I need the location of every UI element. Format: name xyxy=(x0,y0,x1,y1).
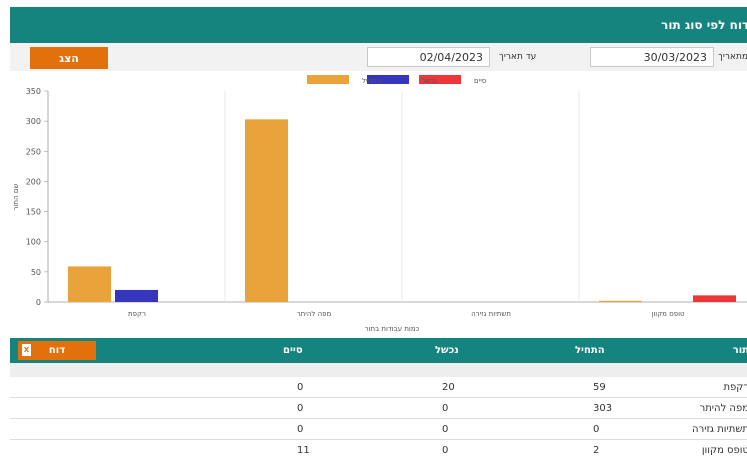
legend-label: התחיל xyxy=(362,77,381,85)
y-axis-title: שם התור xyxy=(12,184,20,211)
to-date-label: עד תאריך xyxy=(499,52,537,62)
col-header-queue[interactable]: תור xyxy=(733,345,747,356)
bar xyxy=(245,119,288,302)
cell-failed: 20 xyxy=(442,382,455,393)
filter-bar: הצג עד תאריך מתאריך xyxy=(10,43,747,71)
bar xyxy=(599,300,642,302)
cell-finished: 0 xyxy=(297,382,304,393)
col-header-failed[interactable]: נכשל xyxy=(435,345,459,356)
x-tick-label: תשתיות גזירה xyxy=(471,310,511,318)
x-tick-label: רקפת xyxy=(128,310,146,318)
cell-finished: 0 xyxy=(297,424,304,435)
cell-queue: תשתיות גזירה xyxy=(692,424,747,435)
table-filter-row xyxy=(10,363,747,377)
x-axis-title: כמות עבודות בתור xyxy=(365,325,420,333)
cell-failed: 0 xyxy=(442,403,449,414)
bar-chart: סיים נכשל התחיל 0 50 100 150 200 250 300 350 שם התו… xyxy=(12,75,747,333)
cell-failed: 0 xyxy=(442,424,449,435)
legend-swatch xyxy=(307,75,349,84)
cell-finished: 11 xyxy=(297,445,310,456)
from-date-label: מתאריך xyxy=(718,52,747,62)
table-header: X דוח תור התחיל נכשל סיים xyxy=(10,338,747,363)
cell-queue: רקפת xyxy=(723,382,747,393)
cell-started: 303 xyxy=(593,403,613,414)
report-button[interactable]: X דוח xyxy=(18,341,96,360)
y-tick-label: 0 xyxy=(36,298,41,307)
x-tick-label: מפה להיתר xyxy=(297,310,332,318)
to-date-input[interactable] xyxy=(367,47,490,67)
cell-queue: מפה להיתר xyxy=(699,403,747,414)
legend-label: נכשל xyxy=(422,77,438,85)
cell-started: 2 xyxy=(593,445,600,456)
y-tick-label: 200 xyxy=(26,177,41,186)
table-row: תשתיות גזירה 0 0 0 xyxy=(10,419,747,440)
cell-started: 0 xyxy=(593,424,600,435)
show-button[interactable]: הצג xyxy=(30,47,108,69)
y-tick-label: 100 xyxy=(26,238,41,247)
cell-started: 59 xyxy=(593,382,606,393)
x-tick-label: טופס מקוון xyxy=(651,310,684,318)
y-tick-label: 300 xyxy=(26,117,41,126)
excel-icon: X xyxy=(22,344,31,356)
col-header-started[interactable]: התחיל xyxy=(575,345,605,356)
data-table: X דוח תור התחיל נכשל סיים רקפת 59 20 0 מ… xyxy=(10,338,747,459)
cell-failed: 0 xyxy=(442,445,449,456)
cell-queue: טופס מקוון xyxy=(701,445,747,456)
y-tick-label: 350 xyxy=(26,87,41,96)
table-row: מפה להיתר 303 0 0 xyxy=(10,398,747,419)
table-row: רקפת 59 20 0 xyxy=(10,377,747,398)
table-body: רקפת 59 20 0 מפה להיתר 303 0 0 תשתיות גז… xyxy=(10,377,747,459)
col-header-finished[interactable]: סיים xyxy=(283,345,303,356)
y-tick-label: 250 xyxy=(26,147,41,156)
chart-container: סיים נכשל התחיל 0 50 100 150 200 250 300 350 שם התו… xyxy=(10,72,747,334)
report-header: דוח לפי סוג תור xyxy=(10,7,747,43)
legend-label: סיים xyxy=(474,77,487,85)
table-row: טופס מקוון 2 0 11 xyxy=(10,440,747,459)
from-date-input[interactable] xyxy=(590,47,714,67)
cell-finished: 0 xyxy=(297,403,304,414)
report-button-label: דוח xyxy=(48,345,66,356)
y-tick-label: 150 xyxy=(26,208,41,217)
page-title: דוח לפי סוג תור xyxy=(661,18,747,32)
y-tick-label: 50 xyxy=(31,268,41,277)
bar xyxy=(68,266,111,302)
bar xyxy=(115,289,158,302)
bar xyxy=(693,295,736,302)
